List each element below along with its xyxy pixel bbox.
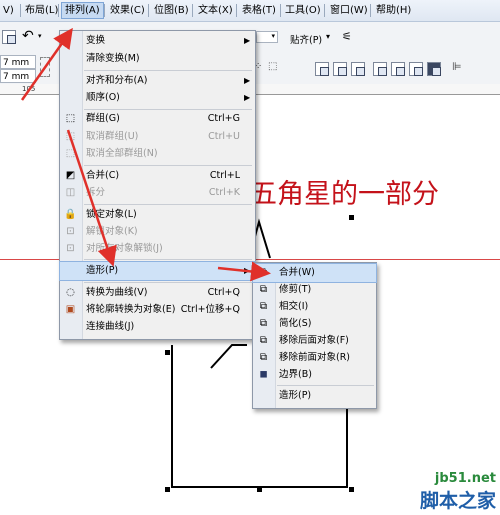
arrow-to-arrange-menu (20, 27, 73, 101)
watermark-brand: 脚本之家 (419, 490, 496, 512)
watermark-domain: jb51.net (434, 471, 496, 486)
arrow-to-shaping (66, 129, 117, 267)
annotation-arrows (20, 27, 271, 282)
watermark: jb51.net 脚本之家 (420, 471, 496, 513)
arrow-to-weld (217, 261, 271, 282)
